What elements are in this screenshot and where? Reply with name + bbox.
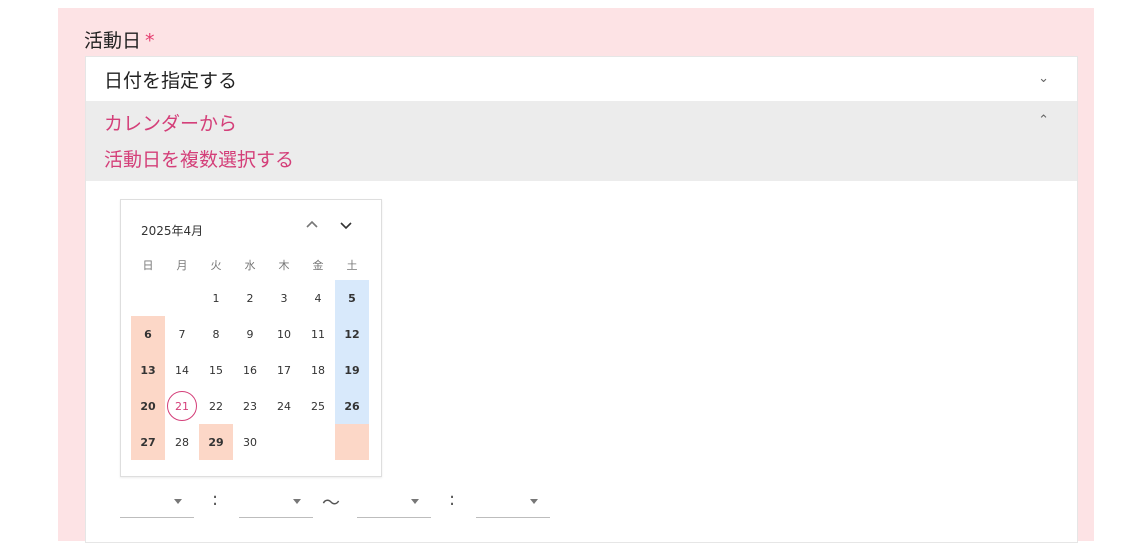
field-label-text: 活動日 xyxy=(84,30,142,52)
weekday-header: 土 xyxy=(346,259,358,272)
calendar-day-today[interactable]: 21 xyxy=(165,388,199,424)
calendar-day[interactable]: 7 xyxy=(165,316,199,352)
calendar-day[interactable]: 16 xyxy=(233,352,267,388)
time-range-selector: : 〜 : xyxy=(120,485,580,525)
caret-down-icon xyxy=(174,499,182,504)
time-colon: : xyxy=(212,489,219,510)
calendar-day[interactable]: 30 xyxy=(233,424,267,460)
calendar-day[interactable]: 24 xyxy=(267,388,301,424)
calendar-day[interactable]: 13 xyxy=(131,352,165,388)
start-minute-select[interactable] xyxy=(239,489,313,518)
option-calendar-select[interactable]: カレンダーから 活動日を複数選択する ⌃ xyxy=(86,101,1077,181)
field-label: 活動日 * xyxy=(84,26,155,53)
calendar-day[interactable]: 11 xyxy=(301,316,335,352)
weekday-header: 木 xyxy=(278,259,290,272)
calendar-empty-cell xyxy=(131,280,165,316)
chevron-down-icon xyxy=(340,222,352,230)
calendar-empty-cell xyxy=(165,280,199,316)
calendar-day[interactable]: 29 xyxy=(199,424,233,460)
calendar-empty-cell xyxy=(301,424,335,460)
option-calendar-label-line2: 活動日を複数選択する xyxy=(104,149,295,171)
calendar-day[interactable]: 9 xyxy=(233,316,267,352)
weekday-header: 月 xyxy=(176,259,188,272)
calendar-day[interactable]: 12 xyxy=(335,316,369,352)
calendar-day[interactable]: 1 xyxy=(199,280,233,316)
caret-down-icon xyxy=(293,499,301,504)
calendar-day[interactable]: 18 xyxy=(301,352,335,388)
calendar-widget: 2025年4月 日月火水木金土 1 2 3 4 5 6 7 8 9 10 11 12 13 14 15 16 17… xyxy=(120,199,382,477)
calendar-day[interactable]: 3 xyxy=(267,280,301,316)
start-hour-select[interactable] xyxy=(120,489,194,518)
option-specify-date[interactable]: 日付を指定する ⌄ xyxy=(86,57,1077,102)
calendar-empty-cell xyxy=(335,424,369,460)
chevron-up-icon: ⌃ xyxy=(1038,113,1049,128)
calendar-day[interactable]: 15 xyxy=(199,352,233,388)
calendar-month-title: 2025年4月 xyxy=(141,224,204,238)
calendar-empty-cell xyxy=(267,424,301,460)
calendar-day[interactable]: 6 xyxy=(131,316,165,352)
today-marker: 21 xyxy=(167,391,197,421)
calendar-day[interactable]: 10 xyxy=(267,316,301,352)
calendar-day[interactable]: 28 xyxy=(165,424,199,460)
weekday-header: 金 xyxy=(312,259,324,272)
calendar-day[interactable]: 27 xyxy=(131,424,165,460)
calendar-day[interactable]: 25 xyxy=(301,388,335,424)
time-colon: : xyxy=(449,489,456,510)
caret-down-icon xyxy=(411,499,419,504)
calendar-day[interactable]: 4 xyxy=(301,280,335,316)
weekday-header: 日 xyxy=(142,259,154,272)
weekday-header: 火 xyxy=(210,259,222,272)
calendar-day[interactable]: 14 xyxy=(165,352,199,388)
weekday-header: 水 xyxy=(244,259,256,272)
required-mark: * xyxy=(145,30,155,52)
calendar-day[interactable]: 17 xyxy=(267,352,301,388)
calendar-day[interactable]: 8 xyxy=(199,316,233,352)
next-month-button[interactable] xyxy=(339,218,353,236)
calendar-day[interactable]: 2 xyxy=(233,280,267,316)
option-calendar-label-line1: カレンダーから xyxy=(104,113,238,135)
calendar-day[interactable]: 23 xyxy=(233,388,267,424)
end-hour-select[interactable] xyxy=(357,489,431,518)
time-tilde: 〜 xyxy=(322,493,340,514)
caret-down-icon xyxy=(530,499,538,504)
activity-date-section: 活動日 * 日付を指定する ⌄ カレンダーから 活動日を複数選択する ⌃ 2025… xyxy=(58,8,1094,543)
end-minute-select[interactable] xyxy=(476,489,550,518)
date-options-card: 日付を指定する ⌄ カレンダーから 活動日を複数選択する ⌃ 2025年4月 日… xyxy=(85,56,1078,543)
calendar-day[interactable]: 26 xyxy=(335,388,369,424)
calendar-day[interactable]: 19 xyxy=(335,352,369,388)
chevron-down-icon: ⌄ xyxy=(1038,71,1049,86)
prev-month-button[interactable] xyxy=(305,218,319,236)
chevron-up-icon xyxy=(306,220,318,228)
calendar-day[interactable]: 22 xyxy=(199,388,233,424)
calendar-day[interactable]: 5 xyxy=(335,280,369,316)
calendar-day[interactable]: 20 xyxy=(131,388,165,424)
option-specify-date-label: 日付を指定する xyxy=(104,70,238,92)
